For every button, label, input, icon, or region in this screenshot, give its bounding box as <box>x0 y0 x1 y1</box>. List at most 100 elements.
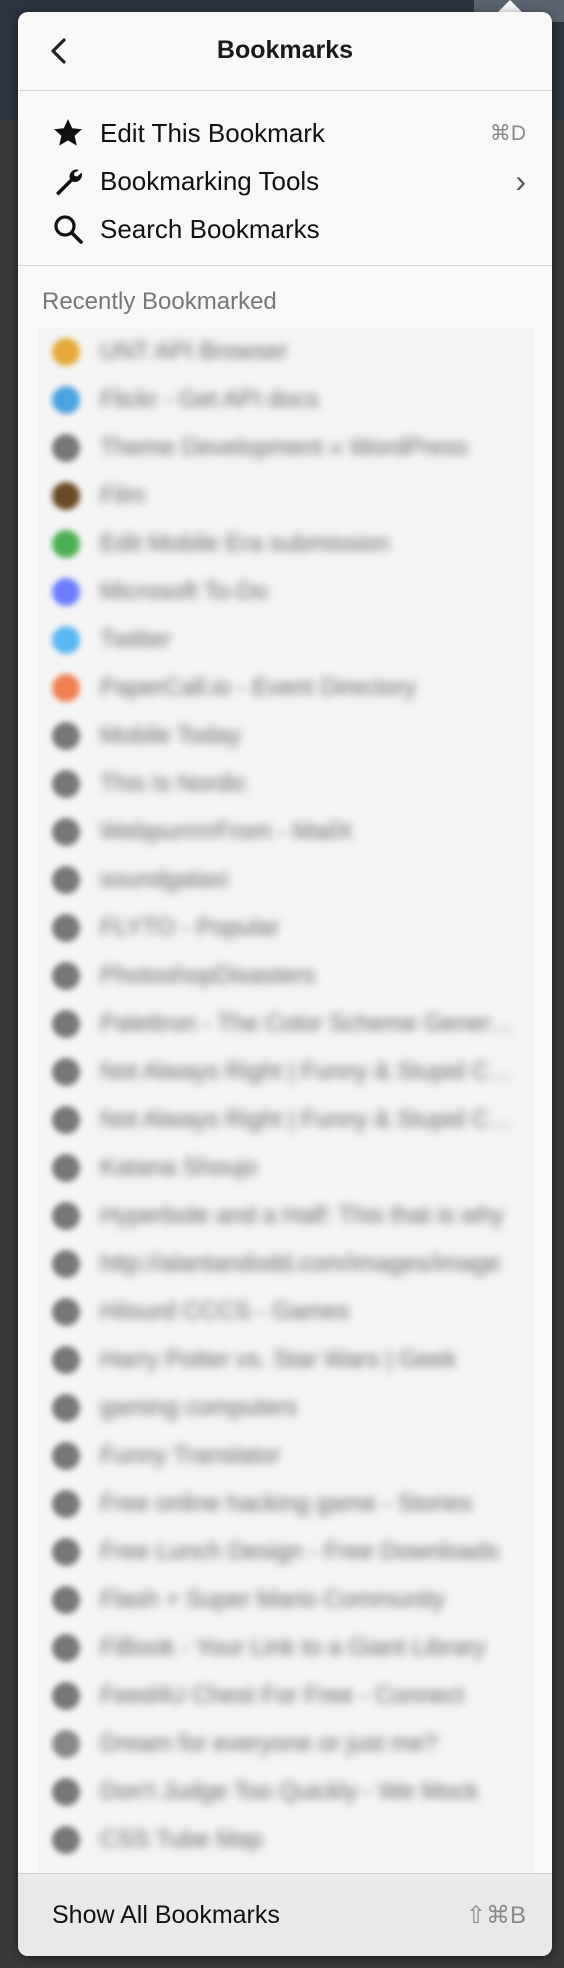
favicon-icon <box>52 722 80 750</box>
favicon-icon <box>52 1730 80 1758</box>
recent-bookmark-item[interactable]: Hyperbole and a Half: This that is why <box>38 1192 534 1240</box>
favicon-icon <box>52 1202 80 1230</box>
favicon-icon <box>52 1778 80 1806</box>
favicon-icon <box>52 1682 80 1710</box>
recent-bookmark-title: soundgalaxi <box>100 866 229 893</box>
chevron-right-icon: › <box>515 162 526 199</box>
wrench-icon <box>50 163 86 199</box>
favicon-icon <box>52 674 80 702</box>
recent-bookmark-item[interactable]: PaperCall.io - Event Directory <box>38 664 534 712</box>
recent-bookmark-item[interactable]: Don't Judge Too Quickly - We Mock <box>38 1768 534 1816</box>
favicon-icon <box>52 530 80 558</box>
recent-bookmark-item[interactable]: Edit Mobile Era submission <box>38 520 534 568</box>
edit-bookmark-item[interactable]: Edit This Bookmark ⌘D <box>18 109 552 157</box>
recent-bookmark-title: CSS Tube Map <box>100 1826 263 1853</box>
show-all-bookmarks-button[interactable]: Show All Bookmarks ⇧⌘B <box>18 1873 552 1956</box>
recent-bookmark-item[interactable]: Katana Shoujo <box>38 1144 534 1192</box>
recent-bookmark-title: Not Always Right | Funny & Stupid Custom… <box>100 1058 520 1085</box>
favicon-icon <box>52 434 80 462</box>
recent-bookmark-title: Katana Shoujo <box>100 1154 258 1181</box>
recent-bookmark-item[interactable]: UNT API Browser <box>38 328 534 376</box>
recent-bookmark-title: UNT API Browser <box>100 338 288 365</box>
favicon-icon <box>52 386 80 414</box>
recent-bookmark-title: PaperCall.io - Event Directory <box>100 674 417 701</box>
bookmarking-tools-label: Bookmarking Tools <box>100 165 320 196</box>
favicon-icon <box>52 1154 80 1182</box>
recent-bookmark-title: Free Lunch Design - Free Downloads <box>100 1538 499 1565</box>
recent-bookmark-item[interactable]: gaming computers <box>38 1384 534 1432</box>
recent-bookmark-item[interactable]: Flash + Super Mario Community <box>38 1576 534 1624</box>
favicon-icon <box>52 1826 80 1854</box>
recent-bookmark-title: Twitter <box>100 626 171 653</box>
recent-bookmark-title: Theme Development « WordPress <box>100 434 468 461</box>
recent-bookmark-item[interactable]: PhotoshopDisasters <box>38 952 534 1000</box>
recent-bookmark-item[interactable]: Harry Potter vs. Star Wars | Geek <box>38 1336 534 1384</box>
recent-bookmark-item[interactable]: Mobile Today <box>38 712 534 760</box>
favicon-icon <box>52 962 80 990</box>
recent-bookmark-title: Hitsurd CCCS - Games <box>100 1298 350 1325</box>
recent-bookmark-item[interactable]: Twitter <box>38 616 534 664</box>
favicon-icon <box>52 1106 80 1134</box>
recent-bookmark-item[interactable]: Free Lunch Design - Free Downloads <box>38 1528 534 1576</box>
recent-bookmark-title: Dream for everyone or just me? <box>100 1730 438 1757</box>
edit-bookmark-shortcut: ⌘D <box>489 121 526 145</box>
panel-header: Bookmarks <box>18 12 552 91</box>
recent-bookmark-item[interactable]: Flickr - Get API docs <box>38 376 534 424</box>
recent-bookmark-item[interactable]: Dream for everyone or just me? <box>38 1720 534 1768</box>
favicon-icon <box>52 1298 80 1326</box>
recent-bookmark-title: Flickr - Get API docs <box>100 386 319 413</box>
recent-bookmark-item[interactable]: WebpurrrrrFrom - MailX <box>38 808 534 856</box>
favicon-icon <box>52 770 80 798</box>
favicon-icon <box>52 626 80 654</box>
recent-bookmark-item[interactable]: FiBook - Your Link to a Giant Library <box>38 1624 534 1672</box>
recent-bookmark-item[interactable]: soundgalaxi <box>38 856 534 904</box>
favicon-icon <box>52 914 80 942</box>
recent-bookmark-title: Flash + Super Mario Community <box>100 1586 445 1613</box>
recent-bookmark-title: gaming computers <box>100 1394 298 1421</box>
recent-bookmark-item[interactable]: Microsoft To-Do <box>38 568 534 616</box>
bookmarks-panel: Bookmarks Edit This Bookmark ⌘D Bookmark… <box>18 12 552 1956</box>
recent-bookmark-title: PhotoshopDisasters <box>100 962 315 989</box>
recent-bookmark-item[interactable]: Palettron - The Color Scheme Generator <box>38 1000 534 1048</box>
recent-bookmark-title: Palettron - The Color Scheme Generator <box>100 1010 520 1037</box>
favicon-icon <box>52 1538 80 1566</box>
recent-bookmark-title: Funny Translator <box>100 1442 281 1469</box>
favicon-icon <box>52 866 80 894</box>
star-icon <box>50 115 86 151</box>
recent-bookmark-item[interactable]: http://alantandodd.com/images/image <box>38 1240 534 1288</box>
recent-bookmark-item[interactable]: Film <box>38 472 534 520</box>
recent-bookmark-title: Feed4U Chest For Free - Connect <box>100 1682 465 1709</box>
recent-bookmark-item[interactable]: Free online hacking game - Stories <box>38 1480 534 1528</box>
recent-bookmark-title: WebpurrrrrFrom - MailX <box>100 818 353 845</box>
recent-bookmark-item[interactable]: Not Always Right | Funny & Stupid Custom… <box>38 1048 534 1096</box>
recent-bookmark-title: Don't Judge Too Quickly - We Mock <box>100 1778 479 1805</box>
bookmark-actions: Edit This Bookmark ⌘D Bookmarking Tools … <box>18 91 552 266</box>
favicon-icon <box>52 1010 80 1038</box>
favicon-icon <box>52 1490 80 1518</box>
favicon-icon <box>52 1634 80 1662</box>
recent-bookmark-item[interactable]: FLYTO - Popular <box>38 904 534 952</box>
recent-bookmark-item[interactable]: Not Always Right | Funny & Stupid Custom… <box>38 1096 534 1144</box>
favicon-icon <box>52 482 80 510</box>
favicon-icon <box>52 818 80 846</box>
search-bookmarks-item[interactable]: Search Bookmarks <box>18 205 552 253</box>
favicon-icon <box>52 1394 80 1422</box>
panel-title: Bookmarks <box>216 36 354 64</box>
recent-bookmark-title: Not Always Right | Funny & Stupid Custom… <box>100 1106 520 1133</box>
show-all-shortcut: ⇧⌘B <box>465 1901 526 1929</box>
recent-bookmark-title: FiBook - Your Link to a Giant Library <box>100 1634 486 1661</box>
recent-bookmark-title: Mobile Today <box>100 722 241 749</box>
recent-bookmark-title: Edit Mobile Era submission <box>100 530 390 557</box>
search-icon <box>50 211 86 247</box>
recent-bookmark-item[interactable]: Funny Translator <box>38 1432 534 1480</box>
edit-bookmark-label: Edit This Bookmark <box>100 117 325 148</box>
bookmarking-tools-item[interactable]: Bookmarking Tools › <box>18 157 552 205</box>
recent-bookmark-item[interactable]: This Is Nordic <box>38 760 534 808</box>
favicon-icon <box>52 578 80 606</box>
favicon-icon <box>52 1586 80 1614</box>
recent-bookmark-item[interactable]: Feed4U Chest For Free - Connect <box>38 1672 534 1720</box>
recent-bookmark-title: Free online hacking game - Stories <box>100 1490 473 1517</box>
recent-bookmark-item[interactable]: CSS Tube Map <box>38 1816 534 1864</box>
recent-bookmark-item[interactable]: Hitsurd CCCS - Games <box>38 1288 534 1336</box>
recent-bookmark-item[interactable]: Theme Development « WordPress <box>38 424 534 472</box>
